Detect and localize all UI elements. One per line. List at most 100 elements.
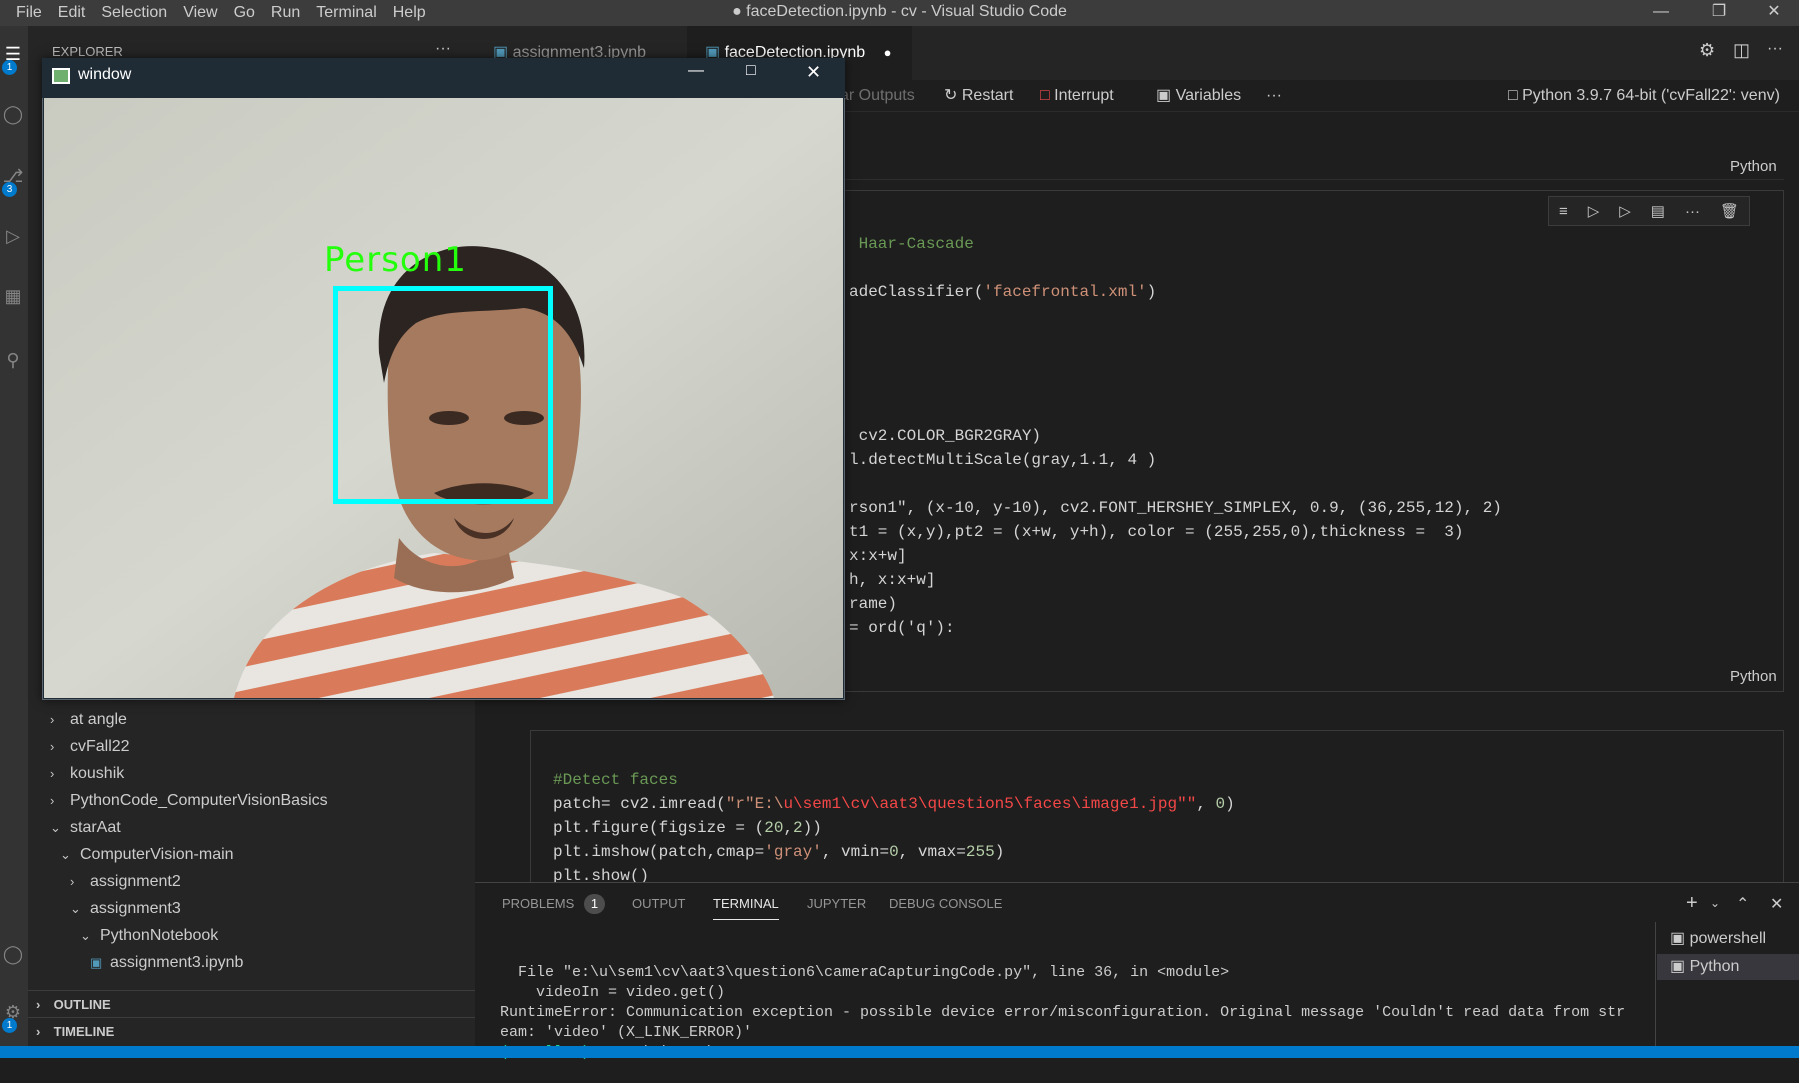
terminal-line: eam: 'video' (X_LINK_ERROR)' <box>500 1024 753 1041</box>
tree-item[interactable]: › at angle <box>28 706 475 733</box>
tree-item-label: assignment3 <box>90 900 181 917</box>
explorer-header: EXPLORER <box>52 44 123 59</box>
menu-edit[interactable]: Edit <box>50 0 94 26</box>
settings-gear-icon[interactable]: ⚙ 1 <box>2 1002 24 1033</box>
cell-2-language[interactable]: Python <box>1730 668 1777 685</box>
chevron-icon: ⌄ <box>60 847 71 862</box>
timeline-section[interactable]: › TIMELINE <box>28 1017 475 1044</box>
tab-jupyter[interactable]: JUPYTER <box>807 888 866 920</box>
run-by-line-icon[interactable]: ≡ <box>1559 203 1568 220</box>
terminal-output[interactable]: File "e:\u\sem1\cv\aat3\question6\camera… <box>500 943 1625 1083</box>
outline-section[interactable]: › OUTLINE <box>28 990 475 1017</box>
status-bar <box>0 1046 1799 1058</box>
menu-file[interactable]: File <box>8 0 50 26</box>
explorer-more-button[interactable]: ··· <box>435 40 451 58</box>
kernel-label: Python 3.9.7 64-bit ('cvFall22': venv) <box>1522 87 1780 104</box>
tree-item[interactable]: ⌄ assignment3 <box>28 895 475 922</box>
code-line: adeClassifier('facefrontal.xml') <box>849 280 1502 304</box>
interrupt-button[interactable]: □ Interrupt <box>1040 80 1114 112</box>
menu-run[interactable]: Run <box>263 0 308 26</box>
run-debug-icon[interactable]: ▷ <box>2 226 24 248</box>
delete-cell-icon[interactable]: 🗑 <box>1720 202 1739 220</box>
tree-item[interactable]: › PythonCode_ComputerVisionBasics <box>28 787 475 814</box>
tree-item[interactable]: › assignment2 <box>28 868 475 895</box>
explorer-badge: 1 <box>2 60 17 75</box>
terminal-dropdown-icon[interactable]: ⌄ <box>1710 896 1720 910</box>
cell-1-language[interactable]: Python <box>1730 158 1777 175</box>
search-icon[interactable]: ◯ <box>2 104 24 126</box>
explorer-icon[interactable]: ☰ 1 <box>2 44 24 75</box>
tree-item[interactable]: ▣ assignment3.ipynb <box>28 949 475 976</box>
menu-go[interactable]: Go <box>226 0 263 26</box>
variables-button[interactable]: ▣ Variables <box>1156 80 1241 112</box>
tree-item[interactable]: › koushik <box>28 760 475 787</box>
tab-debug-console[interactable]: DEBUG CONSOLE <box>889 888 1002 920</box>
timeline-label: TIMELINE <box>53 1024 115 1039</box>
terminal-item-label: Python <box>1689 958 1740 975</box>
tab-terminal[interactable]: TERMINAL <box>713 888 779 920</box>
tab-problems[interactable]: PROBLEMS 1 <box>502 888 606 920</box>
code-line: patch= cv2.imread("r"E:\u\sem1\cv\aat3\q… <box>553 795 1235 813</box>
terminal-item-label: powershell <box>1689 930 1767 947</box>
source-control-icon[interactable]: ⎇ 3 <box>2 166 24 197</box>
restart-label: Restart <box>961 87 1014 104</box>
kernel-icon: □ <box>1508 87 1518 104</box>
execute-above-icon[interactable]: ▷ <box>1588 202 1600 220</box>
terminal-item-powershell[interactable]: ▣ powershell <box>1670 928 1766 948</box>
gear-icon[interactable]: ⚙ <box>1699 40 1715 61</box>
chevron-icon: ⌄ <box>80 928 91 943</box>
menu-bar: File Edit Selection View Go Run Terminal… <box>8 0 434 26</box>
tree-item[interactable]: ⌄ ComputerVision-main <box>28 841 475 868</box>
chevron-icon: › <box>50 766 55 781</box>
face-label: Person1 <box>324 240 467 280</box>
terminal-line: videoIn = video.get() <box>500 984 726 1001</box>
opencv-minimize-button[interactable]: — <box>688 62 704 80</box>
code-line: x:x+w] <box>849 547 907 565</box>
opencv-maximize-button[interactable]: □ <box>746 62 756 80</box>
maximize-panel-icon[interactable]: ⌃ <box>1736 894 1749 914</box>
minimize-button[interactable]: — <box>1636 0 1686 26</box>
split-editor-icon[interactable]: ◫ <box>1733 40 1750 61</box>
execute-below-icon[interactable]: ▷ <box>1619 202 1631 220</box>
chevron-icon: › <box>70 874 75 889</box>
restore-button[interactable]: ❐ <box>1694 0 1744 26</box>
menu-help[interactable]: Help <box>385 0 434 26</box>
webcam-frame: Person1 <box>44 98 843 698</box>
close-panel-icon[interactable]: ✕ <box>1770 894 1783 914</box>
restart-button[interactable]: ↻ Restart <box>944 80 1013 112</box>
interrupt-label: Interrupt <box>1054 87 1114 104</box>
tree-item-label: assignment3.ipynb <box>110 954 244 971</box>
split-cell-icon[interactable]: ▤ <box>1651 202 1665 220</box>
account-icon[interactable]: ◯ <box>2 944 24 966</box>
cell-2-code[interactable]: Haar-Cascade adeClassifier('facefrontal.x… <box>849 232 1502 640</box>
tree-item[interactable]: ⌄ starAat <box>28 814 475 841</box>
extensions-icon[interactable]: ▦ <box>2 286 24 308</box>
tree-item-label: starAat <box>70 819 121 836</box>
code-line: t1 = (x,y),pt2 = (x+w, y+h), color = (25… <box>849 523 1464 541</box>
new-terminal-icon[interactable]: + <box>1686 892 1698 915</box>
tree-item[interactable]: ⌄ PythonNotebook <box>28 922 475 949</box>
tree-item[interactable]: › cvFall22 <box>28 733 475 760</box>
kernel-picker[interactable]: □ Python 3.9.7 64-bit ('cvFall22': venv) <box>1508 80 1780 112</box>
terminal-item-python[interactable]: ▣ Python <box>1657 954 1799 980</box>
tree-item-label: assignment2 <box>90 873 181 890</box>
editor-more-icon[interactable]: ··· <box>1767 40 1783 58</box>
tree-item-label: ComputerVision-main <box>80 846 234 863</box>
menu-terminal[interactable]: Terminal <box>308 0 384 26</box>
cell-toolbar: ≡ ▷ ▷ ▤ ··· 🗑 <box>1548 196 1750 226</box>
opencv-close-button[interactable]: ✕ <box>806 62 821 83</box>
opencv-window-title: window <box>78 66 132 83</box>
modified-dot-icon[interactable]: ● <box>884 45 892 60</box>
menu-view[interactable]: View <box>175 0 225 26</box>
menu-selection[interactable]: Selection <box>93 0 175 26</box>
terminal-icon: ▣ <box>1670 930 1686 947</box>
cell-more-icon[interactable]: ··· <box>1685 203 1700 220</box>
tab-output[interactable]: OUTPUT <box>632 888 685 920</box>
clear-outputs-button[interactable]: ar Outputs <box>840 80 915 112</box>
toolbar-more-button[interactable]: ··· <box>1266 80 1282 112</box>
testing-icon[interactable]: ⚲ <box>2 350 24 372</box>
close-button[interactable]: ✕ <box>1749 0 1799 26</box>
code-token: ) <box>1146 283 1157 301</box>
